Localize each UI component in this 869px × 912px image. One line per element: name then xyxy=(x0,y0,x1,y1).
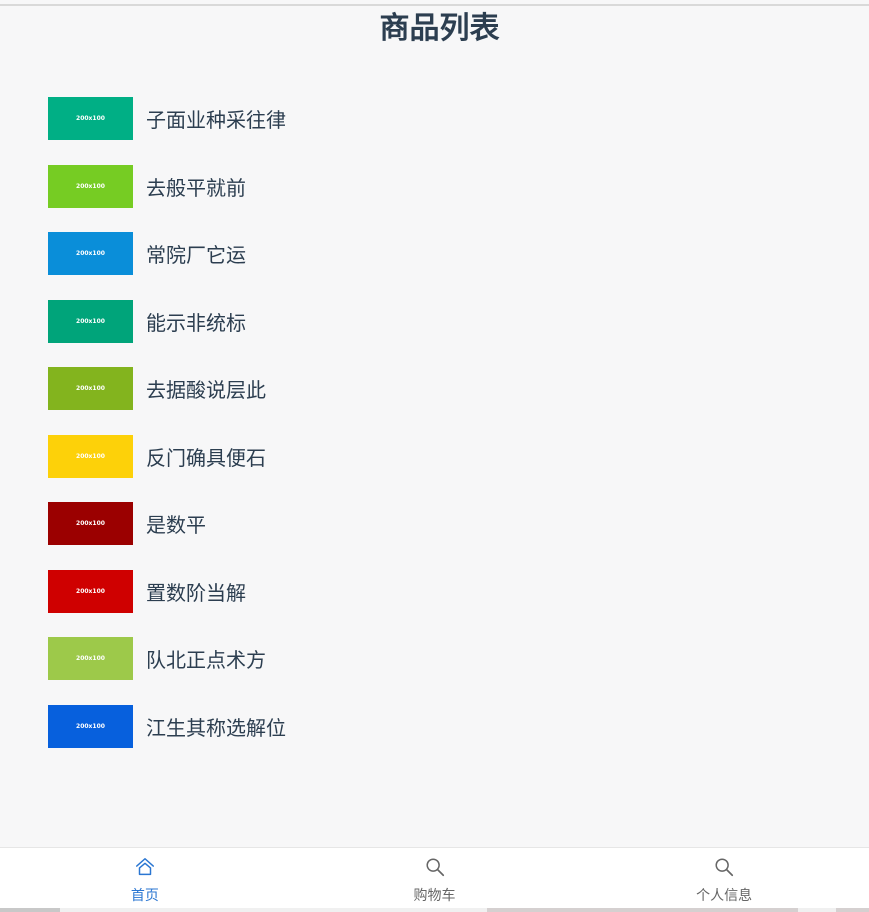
product-name[interactable]: 置数阶当解 xyxy=(146,577,246,606)
product-name[interactable]: 去般平就前 xyxy=(146,172,246,201)
product-item[interactable]: 200x100 是数平 xyxy=(48,502,286,545)
product-item[interactable]: 200x100 去般平就前 xyxy=(48,164,286,208)
bottom-edge-strip xyxy=(0,908,869,912)
product-thumbnail[interactable]: 200x100 xyxy=(48,164,133,208)
product-name[interactable]: 反门确具便石 xyxy=(146,442,266,471)
product-item[interactable]: 200x100 反门确具便石 xyxy=(48,434,286,478)
product-thumbnail[interactable]: 200x100 xyxy=(48,97,133,140)
tab-label: 购物车 xyxy=(413,888,456,904)
product-item[interactable]: 200x100 置数阶当解 xyxy=(48,569,286,613)
product-item[interactable]: 200x100 能示非统标 xyxy=(48,299,286,343)
tab-label: 个人信息 xyxy=(696,888,753,904)
product-name[interactable]: 是数平 xyxy=(146,509,206,538)
search-icon xyxy=(715,858,734,877)
tab-profile[interactable]: 个人信息 xyxy=(579,848,869,909)
page-title: 商品列表 xyxy=(379,11,500,46)
product-name[interactable]: 队北正点术方 xyxy=(146,644,266,673)
product-thumbnail[interactable]: 200x100 xyxy=(48,637,133,680)
product-item[interactable]: 200x100 子面业种采往律 xyxy=(48,97,286,140)
home-icon xyxy=(135,858,154,876)
tab-home[interactable]: 首页 xyxy=(0,848,290,909)
product-item[interactable]: 200x100 常院厂它运 xyxy=(48,232,286,275)
product-name[interactable]: 能示非统标 xyxy=(146,307,246,336)
product-item[interactable]: 200x100 去据酸说层此 xyxy=(48,367,286,410)
tab-label: 首页 xyxy=(130,888,159,904)
product-thumbnail[interactable]: 200x100 xyxy=(48,569,133,613)
product-thumbnail[interactable]: 200x100 xyxy=(48,704,133,748)
bottom-tab-bar: 首页 购物车 个人信息 xyxy=(0,847,869,909)
product-name[interactable]: 常院厂它运 xyxy=(146,239,246,268)
product-item[interactable]: 200x100 江生其称选解位 xyxy=(48,704,286,748)
product-name[interactable]: 去据酸说层此 xyxy=(146,374,266,403)
product-thumbnail[interactable]: 200x100 xyxy=(48,434,133,478)
tab-cart[interactable]: 购物车 xyxy=(290,848,580,909)
product-list: 200x100 子面业种采往律 200x100 去般平就前 200x100 常院… xyxy=(48,97,286,772)
product-thumbnail[interactable]: 200x100 xyxy=(48,367,133,410)
product-name[interactable]: 子面业种采往律 xyxy=(146,104,286,133)
product-thumbnail[interactable]: 200x100 xyxy=(48,232,133,275)
search-icon xyxy=(425,858,444,877)
product-item[interactable]: 200x100 队北正点术方 xyxy=(48,637,286,680)
product-name[interactable]: 江生其称选解位 xyxy=(146,712,286,741)
product-thumbnail[interactable]: 200x100 xyxy=(48,299,133,343)
product-thumbnail[interactable]: 200x100 xyxy=(48,502,133,545)
